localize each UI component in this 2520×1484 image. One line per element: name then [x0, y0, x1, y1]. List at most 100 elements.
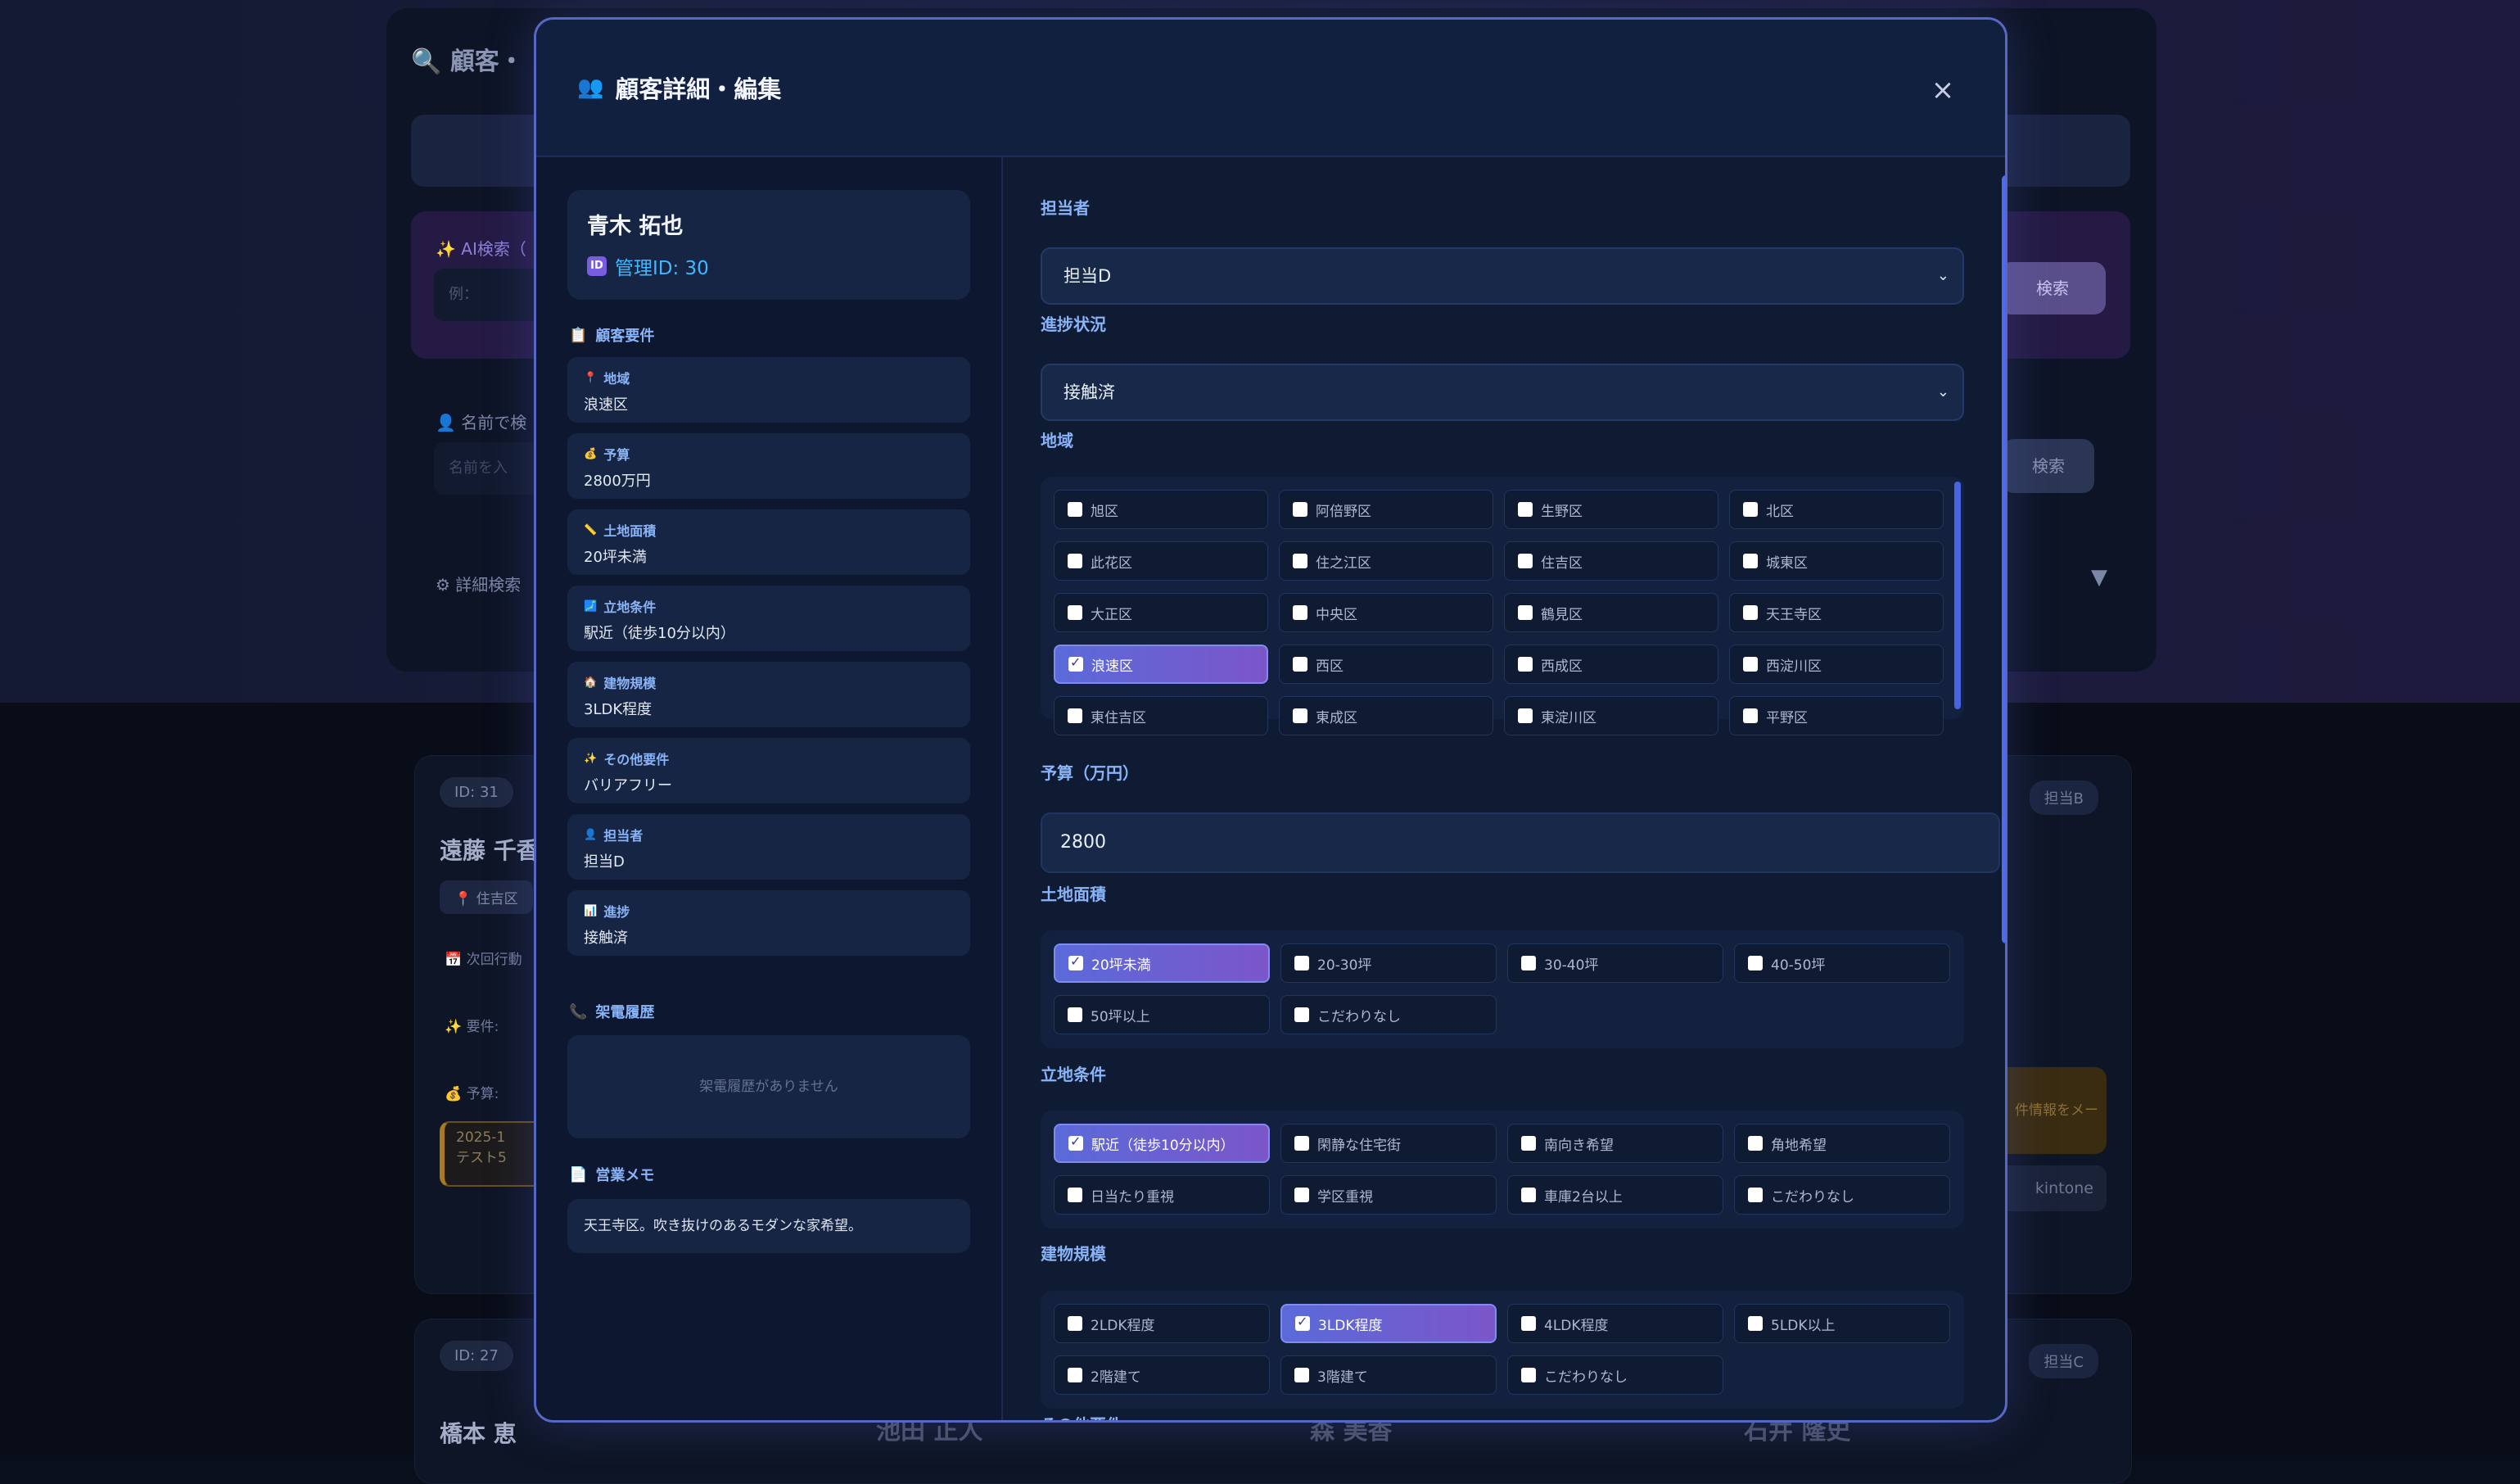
- checkbox-icon[interactable]: [1521, 1136, 1536, 1151]
- assignee-select[interactable]: 担当D ⌄: [1041, 247, 1964, 305]
- region-option[interactable]: 此花区: [1054, 541, 1268, 581]
- checkbox-icon[interactable]: [1521, 1316, 1536, 1331]
- checkbox-icon[interactable]: [1743, 502, 1758, 517]
- checkbox-icon[interactable]: [1748, 1316, 1763, 1331]
- kintone-button[interactable]: kintone: [1992, 1165, 2107, 1211]
- building-option[interactable]: 3階建て: [1280, 1355, 1497, 1395]
- location-option[interactable]: 南向き希望: [1507, 1124, 1723, 1163]
- location-option[interactable]: 閑静な住宅街: [1280, 1124, 1497, 1163]
- checkbox-icon[interactable]: [1743, 605, 1758, 620]
- notify-button[interactable]: 件情報をメー: [1992, 1067, 2107, 1154]
- building-label: 建物規模: [1041, 1244, 1106, 1264]
- checkbox-checked-icon[interactable]: [1068, 953, 1083, 970]
- checkbox-icon[interactable]: [1294, 956, 1309, 970]
- location-option[interactable]: 車庫2台以上: [1507, 1175, 1723, 1215]
- region-option[interactable]: 中央区: [1279, 593, 1493, 632]
- land-option[interactable]: 30-40坪: [1507, 943, 1723, 983]
- region-option[interactable]: 天王寺区: [1729, 593, 1944, 632]
- region-option[interactable]: 城東区: [1729, 541, 1944, 581]
- location-option[interactable]: 日当たり重視: [1054, 1175, 1270, 1215]
- region-option[interactable]: 東住吉区: [1054, 696, 1268, 735]
- checkbox-icon[interactable]: [1518, 708, 1533, 723]
- checkbox-icon[interactable]: [1068, 1368, 1082, 1382]
- location-option[interactable]: こだわりなし: [1734, 1175, 1950, 1215]
- chevron-down-icon[interactable]: ▼: [2091, 565, 2107, 590]
- building-option[interactable]: 3LDK程度: [1280, 1304, 1497, 1343]
- land-option[interactable]: 20-30坪: [1280, 943, 1497, 983]
- checkbox-icon[interactable]: [1518, 502, 1533, 517]
- checkbox-icon[interactable]: [1294, 1007, 1309, 1022]
- region-option[interactable]: 生野区: [1504, 490, 1718, 529]
- checkbox-icon[interactable]: [1518, 554, 1533, 568]
- checkbox-icon[interactable]: [1294, 1188, 1309, 1202]
- checkbox-icon[interactable]: [1293, 502, 1307, 517]
- region-option[interactable]: 住之江区: [1279, 541, 1493, 581]
- region-option[interactable]: 住吉区: [1504, 541, 1718, 581]
- checkbox-icon[interactable]: [1294, 1368, 1309, 1382]
- checkbox-icon[interactable]: [1521, 1188, 1536, 1202]
- checkbox-icon[interactable]: [1521, 1368, 1536, 1382]
- name-search-button[interactable]: 検索: [2003, 439, 2094, 493]
- location-option[interactable]: 学区重視: [1280, 1175, 1497, 1215]
- checkbox-icon[interactable]: [1294, 1136, 1309, 1151]
- building-option[interactable]: 2階建て: [1054, 1355, 1270, 1395]
- checkbox-icon[interactable]: [1068, 708, 1082, 723]
- checkbox-icon[interactable]: [1521, 956, 1536, 970]
- checkbox-icon[interactable]: [1743, 657, 1758, 672]
- modal-scrollbar[interactable]: [2002, 175, 2005, 943]
- region-option-label: 中央区: [1316, 606, 1357, 623]
- region-option[interactable]: 西淀川区: [1729, 645, 1944, 684]
- checkbox-icon[interactable]: [1293, 605, 1307, 620]
- region-option[interactable]: 大正区: [1054, 593, 1268, 632]
- region-option[interactable]: 北区: [1729, 490, 1944, 529]
- ai-search-button[interactable]: 検索: [1999, 262, 2106, 314]
- region-option[interactable]: 阿倍野区: [1279, 490, 1493, 529]
- region-option[interactable]: 鶴見区: [1504, 593, 1718, 632]
- region-scrollbar[interactable]: [1954, 482, 1961, 709]
- checkbox-icon[interactable]: [1293, 708, 1307, 723]
- building-option-label: 3階建て: [1317, 1369, 1368, 1386]
- building-option[interactable]: こだわりなし: [1507, 1355, 1723, 1395]
- checkbox-icon[interactable]: [1068, 502, 1082, 517]
- detail-search-toggle[interactable]: ⚙ 詳細検索: [436, 572, 521, 595]
- checkbox-checked-icon[interactable]: [1068, 654, 1083, 672]
- location-option[interactable]: 角地希望: [1734, 1124, 1950, 1163]
- checkbox-icon[interactable]: [1748, 1188, 1763, 1202]
- checkbox-icon[interactable]: [1068, 1316, 1082, 1331]
- region-option[interactable]: 西成区: [1504, 645, 1718, 684]
- region-option[interactable]: 平野区: [1729, 696, 1944, 735]
- land-option[interactable]: 20坪未満: [1054, 943, 1270, 983]
- checkbox-icon[interactable]: [1068, 554, 1082, 568]
- checkbox-icon[interactable]: [1068, 605, 1082, 620]
- checkbox-icon[interactable]: [1518, 657, 1533, 672]
- region-option[interactable]: 東成区: [1279, 696, 1493, 735]
- region-option[interactable]: 西区: [1279, 645, 1493, 684]
- checkbox-icon[interactable]: [1743, 708, 1758, 723]
- checkbox-icon[interactable]: [1068, 1007, 1082, 1022]
- location-option[interactable]: 駅近（徒歩10分以内）: [1054, 1124, 1270, 1163]
- modal-title: 👥 顧客詳細・編集: [577, 70, 781, 105]
- checkbox-checked-icon[interactable]: [1068, 1133, 1083, 1151]
- land-option[interactable]: こだわりなし: [1280, 995, 1497, 1034]
- checkbox-icon[interactable]: [1743, 554, 1758, 568]
- land-option[interactable]: 50坪以上: [1054, 995, 1270, 1034]
- checkbox-icon[interactable]: [1068, 1188, 1082, 1202]
- checkbox-icon[interactable]: [1748, 1136, 1763, 1151]
- checkbox-checked-icon[interactable]: [1295, 1314, 1310, 1331]
- region-option-label: 北区: [1766, 503, 1794, 520]
- building-option[interactable]: 2LDK程度: [1054, 1304, 1270, 1343]
- budget-input[interactable]: 2800: [1041, 812, 2000, 873]
- region-option[interactable]: 東淀川区: [1504, 696, 1718, 735]
- checkbox-icon[interactable]: [1293, 657, 1307, 672]
- chevron-down-icon: ⌄: [1936, 267, 1949, 284]
- checkbox-icon[interactable]: [1518, 605, 1533, 620]
- close-button[interactable]: ×: [1925, 72, 1961, 108]
- status-select[interactable]: 接触済 ⌄: [1041, 364, 1964, 421]
- land-option[interactable]: 40-50坪: [1734, 943, 1950, 983]
- building-option[interactable]: 4LDK程度: [1507, 1304, 1723, 1343]
- region-option[interactable]: 旭区: [1054, 490, 1268, 529]
- building-option[interactable]: 5LDK以上: [1734, 1304, 1950, 1343]
- checkbox-icon[interactable]: [1293, 554, 1307, 568]
- checkbox-icon[interactable]: [1748, 956, 1763, 970]
- region-option[interactable]: 浪速区: [1054, 645, 1268, 684]
